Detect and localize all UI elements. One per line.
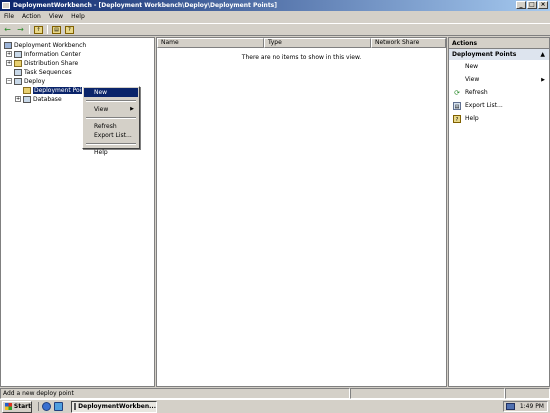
- help-icon: ?: [453, 114, 461, 123]
- tree-item-task-sequences[interactable]: Task Sequences: [14, 68, 72, 76]
- status-panel: [505, 388, 550, 399]
- back-icon[interactable]: ←: [3, 25, 12, 34]
- action-export-list[interactable]: ▤ Export List...: [449, 99, 549, 112]
- column-header-name[interactable]: Name: [157, 38, 264, 48]
- action-help[interactable]: ? Help: [449, 112, 549, 125]
- context-menu-refresh[interactable]: Refresh: [84, 122, 138, 131]
- expand-icon[interactable]: +: [6, 51, 12, 57]
- tree-item-database[interactable]: + Database: [15, 95, 62, 103]
- tree-root[interactable]: Deployment Workbench: [4, 41, 86, 49]
- action-view[interactable]: View ▶: [449, 73, 549, 86]
- title-bar: DeploymentWorkbench - [Deployment Workbe…: [0, 0, 550, 11]
- database-icon: [23, 95, 31, 103]
- status-panel: [350, 388, 505, 399]
- menu-action[interactable]: Action: [22, 13, 41, 20]
- distribution-share-icon: [14, 59, 22, 67]
- toolbar: ← → ↑ ▤ ?: [0, 23, 550, 36]
- action-refresh[interactable]: ⟳ Refresh: [449, 86, 549, 99]
- toolbar-separator: [29, 25, 30, 34]
- clock[interactable]: 1:49 PM: [520, 403, 544, 410]
- column-header-type[interactable]: Type: [264, 38, 371, 48]
- show-desktop-icon[interactable]: [54, 402, 63, 411]
- expand-icon[interactable]: +: [6, 60, 12, 66]
- column-header-network-share[interactable]: Network Share: [371, 38, 446, 48]
- menu-view[interactable]: View: [49, 13, 63, 20]
- submenu-arrow-icon: ▶: [130, 106, 134, 112]
- tree-item-information-center[interactable]: + Information Center: [6, 50, 81, 58]
- expand-icon[interactable]: +: [15, 96, 21, 102]
- task-sequences-icon: [14, 68, 22, 76]
- workbench-icon: [74, 403, 77, 410]
- deployment-points-icon: [23, 86, 31, 94]
- context-menu: New View ▶ Refresh Export List... Help: [82, 86, 140, 156]
- forward-icon[interactable]: →: [16, 25, 25, 34]
- close-button[interactable]: ×: [538, 1, 548, 9]
- status-bar: Add a new deploy point: [0, 388, 550, 399]
- window-title: DeploymentWorkbench - [Deployment Workbe…: [13, 2, 277, 9]
- toolbar-separator: [47, 25, 48, 34]
- menu-separator: [86, 117, 136, 119]
- tree-item-distribution-share[interactable]: + Distribution Share: [6, 59, 78, 67]
- context-menu-view[interactable]: View ▶: [84, 105, 138, 114]
- app-icon: [2, 2, 10, 9]
- status-text: Add a new deploy point: [0, 388, 350, 399]
- information-center-icon: [14, 50, 22, 58]
- actions-pane: Actions Deployment Points ▲ New View ▶ ⟳…: [448, 37, 550, 387]
- menu-bar: File Action View Help: [0, 11, 550, 22]
- taskbar-button-deploymentworkbench[interactable]: DeploymentWorkben...: [71, 400, 157, 413]
- up-one-level-icon[interactable]: ↑: [34, 25, 43, 34]
- menu-separator: [86, 100, 136, 102]
- maximize-button[interactable]: □: [527, 1, 537, 9]
- tree-item-deploy[interactable]: − Deploy: [6, 77, 45, 85]
- empty-list-message: There are no items to show in this view.: [241, 54, 362, 61]
- actions-section-deployment-points[interactable]: Deployment Points ▲: [449, 49, 549, 60]
- taskbar: Start DeploymentWorkben... 1:49 PM: [0, 399, 550, 413]
- refresh-icon: ⟳: [454, 88, 460, 97]
- collapse-section-icon[interactable]: ▲: [540, 49, 545, 60]
- quick-launch: [38, 402, 63, 411]
- menu-separator: [86, 143, 136, 145]
- start-button[interactable]: Start: [2, 400, 32, 413]
- system-tray: 1:49 PM: [503, 401, 548, 412]
- action-new[interactable]: New: [449, 60, 549, 73]
- export-list-icon[interactable]: ▤: [52, 25, 61, 34]
- export-list-icon: ▤: [453, 101, 461, 110]
- context-menu-new[interactable]: New: [84, 88, 138, 97]
- column-headers: Name Type Network Share: [157, 38, 446, 48]
- menu-file[interactable]: File: [4, 13, 14, 20]
- help-icon[interactable]: ?: [65, 25, 74, 34]
- collapse-icon[interactable]: −: [6, 78, 12, 84]
- network-icon[interactable]: [505, 403, 515, 410]
- windows-logo-icon: [5, 403, 12, 410]
- actions-header: Actions: [449, 38, 549, 49]
- submenu-arrow-icon: ▶: [541, 76, 545, 83]
- context-menu-export-list[interactable]: Export List...: [84, 131, 138, 140]
- workbench-icon: [4, 41, 12, 49]
- menu-help[interactable]: Help: [71, 13, 85, 20]
- minimize-button[interactable]: _: [516, 1, 526, 9]
- deploy-icon: [14, 77, 22, 85]
- internet-explorer-icon[interactable]: [42, 402, 51, 411]
- results-list[interactable]: Name Type Network Share There are no ite…: [156, 37, 447, 387]
- context-menu-help[interactable]: Help: [84, 148, 138, 157]
- actions-section-title: Deployment Points: [452, 51, 517, 58]
